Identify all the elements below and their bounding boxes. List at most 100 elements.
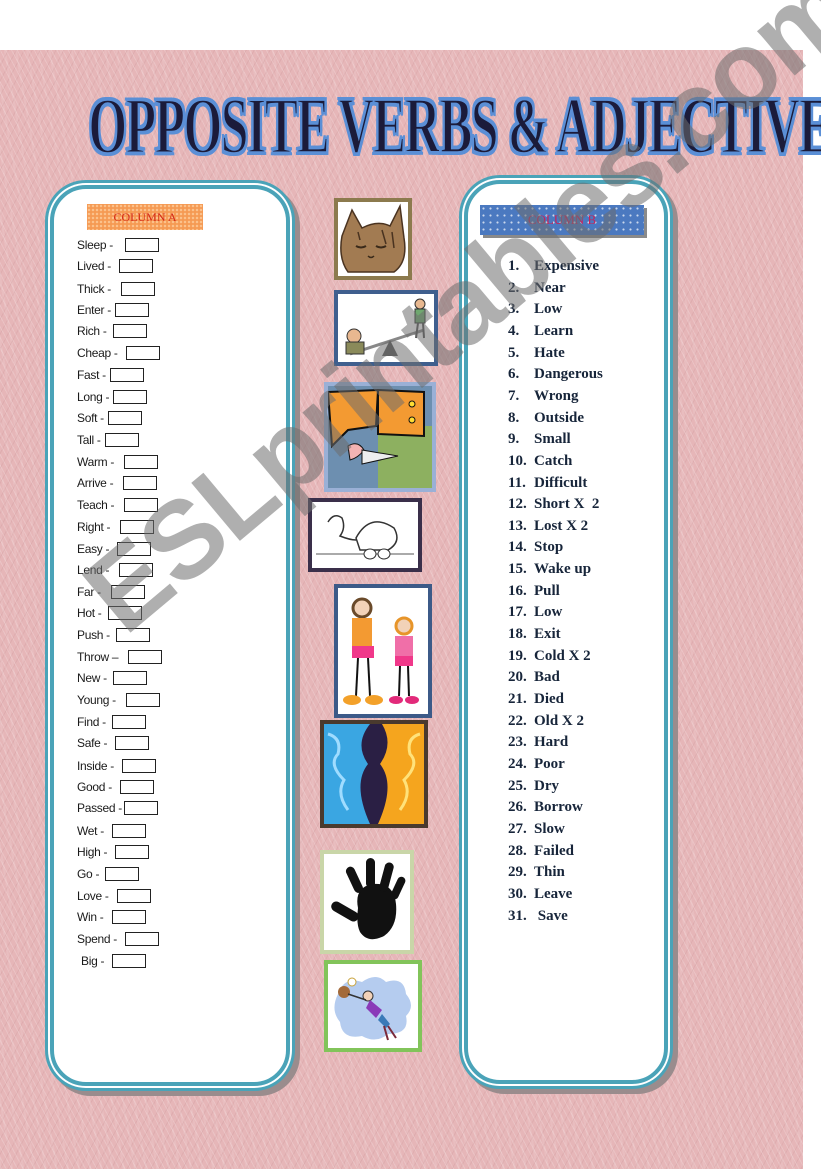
column-a-item: Teach -: [77, 496, 159, 514]
answer-box[interactable]: [119, 563, 154, 577]
answer-box[interactable]: [107, 411, 142, 425]
answer-box[interactable]: [115, 736, 150, 750]
column-a-item: New -: [77, 669, 147, 687]
answer-box[interactable]: [113, 390, 148, 404]
column-b-number: 15.: [508, 561, 527, 577]
answer-box[interactable]: [111, 715, 146, 729]
answer-box[interactable]: [117, 542, 152, 556]
column-b-number: 8.: [508, 410, 520, 426]
column-b-header: COLUMN B: [480, 205, 644, 235]
column-b-word: Poor: [534, 756, 565, 772]
column-b-number: 9.: [508, 431, 520, 447]
page-title: OPPOSITE VERBS & ADJECTIVES: [88, 80, 821, 171]
column-b-word: Expensive: [534, 258, 600, 274]
answer-box[interactable]: [124, 238, 159, 252]
column-b-item: 22. Old X 2: [508, 713, 584, 730]
answer-box[interactable]: [121, 759, 156, 773]
column-b-number: 22.: [508, 713, 527, 729]
answer-box[interactable]: [125, 346, 160, 360]
column-a-item: Far -: [77, 583, 145, 601]
column-a-word: Cheap -: [77, 346, 118, 360]
column-b-item: 15. Wake up: [508, 561, 591, 578]
answer-box[interactable]: [110, 585, 145, 599]
column-a-item: Right -: [77, 518, 155, 536]
answer-box[interactable]: [124, 498, 159, 512]
column-b-word: Failed: [534, 843, 574, 859]
column-b-item: 19. Cold X 2: [508, 648, 591, 665]
column-a-item: Passed -: [77, 799, 158, 817]
girl-catching-ball-picture: [324, 960, 422, 1052]
answer-box[interactable]: [124, 455, 159, 469]
column-b-number: 14.: [508, 539, 527, 555]
column-b-item: 14. Stop: [508, 539, 563, 556]
column-b-item: 23. Hard: [508, 734, 568, 751]
column-b-number: 25.: [508, 778, 527, 794]
column-a-item: Soft -: [77, 409, 142, 427]
column-a-item: Warm -: [77, 453, 159, 471]
girls-icon: [343, 597, 419, 705]
answer-box[interactable]: [125, 693, 160, 707]
column-b-number: 24.: [508, 756, 527, 772]
answer-box[interactable]: [111, 910, 146, 924]
column-b-item: 17. Low: [508, 604, 562, 621]
answer-box[interactable]: [112, 324, 147, 338]
column-b-word: Learn: [534, 323, 574, 339]
column-a-word: Big -: [81, 954, 105, 968]
column-b-item: 12. Short X 2: [508, 496, 599, 513]
knife-picture: [324, 382, 436, 492]
column-b-item: 28. Failed: [508, 843, 574, 860]
column-a-word: Thick -: [77, 282, 111, 296]
answer-box[interactable]: [118, 259, 153, 273]
column-b-item: 29. Thin: [508, 864, 565, 881]
column-b-word: Died: [534, 691, 564, 707]
answer-box[interactable]: [112, 954, 147, 968]
column-a-word: Spend -: [77, 932, 117, 946]
column-b-item: 10. Catch: [508, 453, 572, 470]
column-a-item: Win -: [77, 908, 146, 926]
answer-box[interactable]: [105, 867, 140, 881]
column-a-item: Big -: [81, 952, 147, 970]
column-b-number: 28.: [508, 843, 527, 859]
answer-box[interactable]: [115, 845, 150, 859]
column-b-word: Cold X 2: [534, 648, 591, 664]
answer-box[interactable]: [119, 780, 154, 794]
column-b-word: Outside: [534, 410, 585, 426]
column-b-item: 6. Dangerous: [508, 366, 603, 383]
answer-box[interactable]: [123, 476, 158, 490]
column-b-number: 30.: [508, 886, 527, 902]
column-b-number: 23.: [508, 734, 527, 750]
column-b-number: 6.: [508, 366, 520, 382]
tall-short-girls-picture: [334, 584, 432, 718]
column-b-number: 20.: [508, 669, 527, 685]
column-a-word: Find -: [77, 715, 106, 729]
column-b-number: 21.: [508, 691, 527, 707]
column-b-number: 18.: [508, 626, 527, 642]
answer-box[interactable]: [123, 801, 158, 815]
answer-box[interactable]: [112, 671, 147, 685]
column-b-item: 1. Expensive: [508, 258, 599, 275]
column-a-word: Love -: [77, 889, 109, 903]
answer-box[interactable]: [114, 303, 149, 317]
answer-box[interactable]: [120, 282, 155, 296]
column-b-number: 12.: [508, 496, 527, 512]
answer-box[interactable]: [104, 433, 139, 447]
column-a-item: Inside -: [77, 757, 156, 775]
column-b-item: 20. Bad: [508, 669, 560, 686]
column-b-panel: [464, 180, 668, 1084]
answer-box[interactable]: [109, 368, 144, 382]
answer-box[interactable]: [128, 650, 163, 664]
column-a-word: Inside -: [77, 759, 114, 773]
column-a-word: Wet -: [77, 824, 104, 838]
answer-box[interactable]: [124, 932, 159, 946]
answer-box[interactable]: [107, 606, 142, 620]
catching-ball-icon: [334, 977, 411, 1041]
answer-box[interactable]: [111, 824, 146, 838]
column-a-word: Tall -: [77, 433, 101, 447]
column-a-item: Cheap -: [77, 344, 160, 362]
answer-box[interactable]: [120, 520, 155, 534]
column-a-item: Spend -: [77, 930, 159, 948]
column-a-word: Sleep -: [77, 238, 113, 252]
answer-box[interactable]: [115, 628, 150, 642]
answer-box[interactable]: [116, 889, 151, 903]
column-a-item: Push -: [77, 626, 150, 644]
